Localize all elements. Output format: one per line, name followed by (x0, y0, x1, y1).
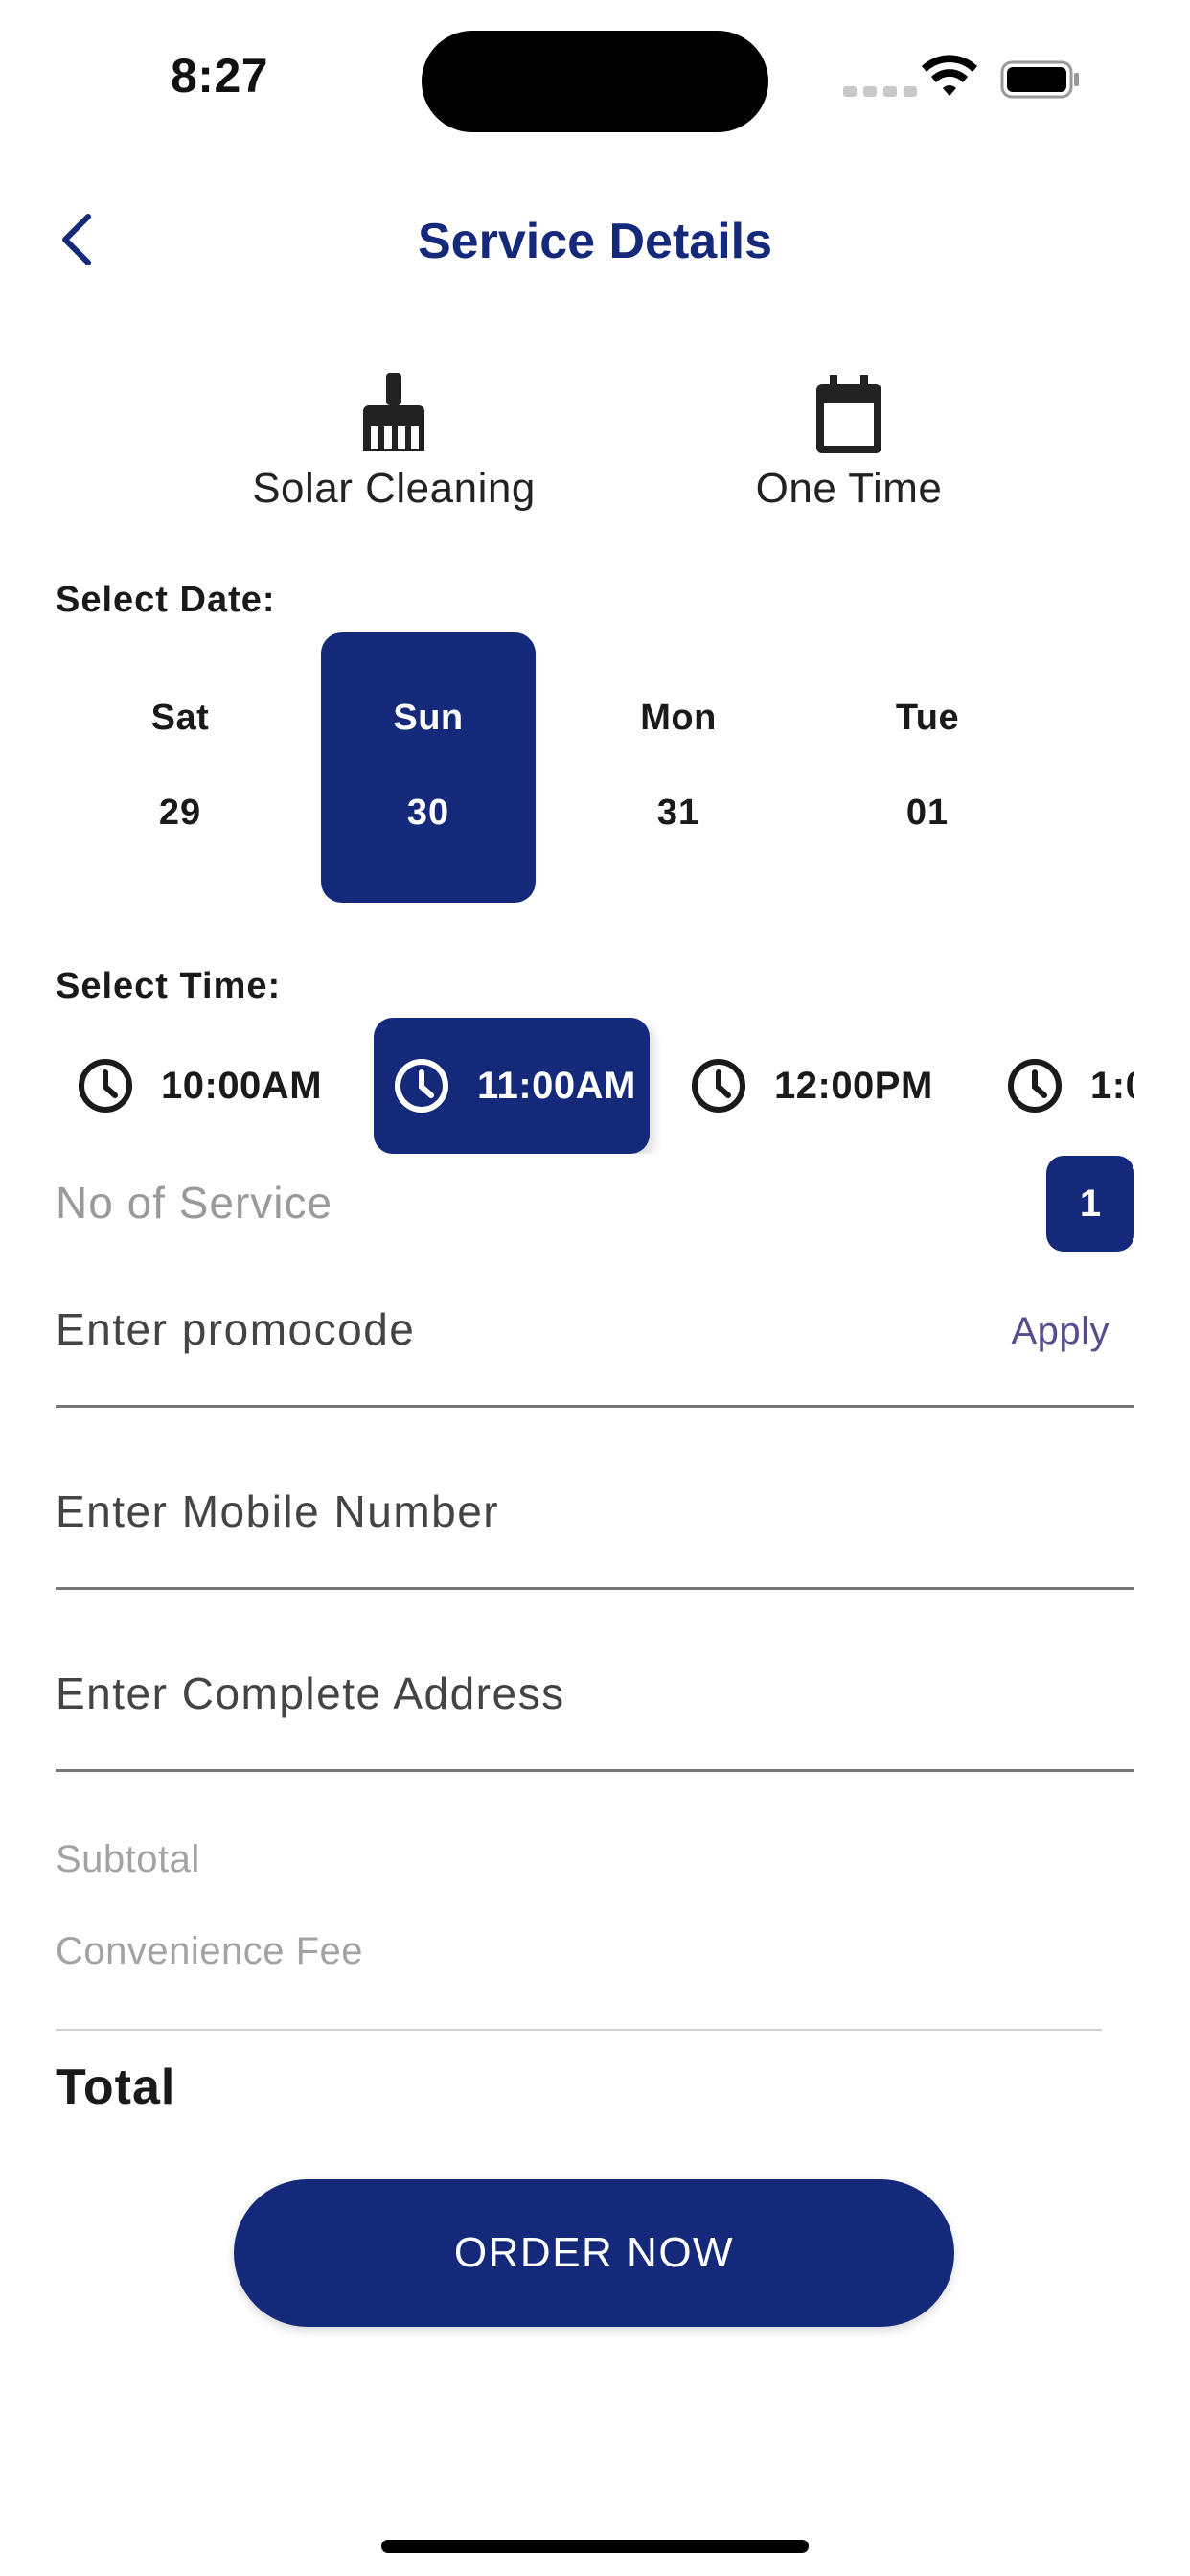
time-label: 10:00AM (161, 1064, 323, 1107)
date-number: 29 (158, 793, 202, 833)
dynamic-island (422, 31, 768, 132)
apply-button[interactable]: Apply (1011, 1310, 1110, 1353)
time-label: 1:00PM (1090, 1064, 1134, 1107)
clock-icon (1008, 1059, 1062, 1113)
clock-icon (79, 1059, 132, 1113)
date-option[interactable]: Mon 31 (571, 632, 786, 903)
address-input[interactable]: Enter Complete Address (56, 1668, 565, 1719)
date-option-selected[interactable]: Sun 30 (321, 632, 536, 903)
time-slot[interactable]: 12:00PM (671, 1018, 952, 1154)
total-label: Total (56, 2059, 176, 2115)
time-slot[interactable]: 10:00AM (57, 1018, 341, 1154)
select-date-label: Select Date: (56, 580, 276, 620)
no-of-service-label: No of Service (56, 1178, 333, 1228)
wifi-icon (922, 55, 977, 96)
calendar-icon (816, 375, 881, 453)
page-title: Service Details (417, 214, 773, 269)
cellular-signal-icon (843, 86, 917, 97)
time-slot-list[interactable]: 10:00AM 11:00AM 12:00PM 1:00PM (0, 1018, 1134, 1154)
convenience-fee-label: Convenience Fee (56, 1930, 364, 1972)
date-day: Tue (895, 698, 960, 738)
service-frequency: One Time (657, 369, 1041, 513)
time-label: 12:00PM (774, 1064, 933, 1107)
date-day: Sat (150, 698, 210, 738)
select-time-label: Select Time: (56, 966, 282, 1006)
mobile-number-field[interactable]: Enter Mobile Number (56, 1472, 1134, 1590)
service-name: Solar Cleaning (252, 465, 536, 512)
address-field[interactable]: Enter Complete Address (56, 1654, 1134, 1772)
mobile-number-input[interactable]: Enter Mobile Number (56, 1485, 499, 1537)
summary-divider (56, 2029, 1102, 2031)
clock-icon (692, 1059, 745, 1113)
order-now-button[interactable]: ORDER NOW (234, 2179, 954, 2327)
battery-icon (1000, 60, 1079, 99)
promocode-field[interactable]: Enter promocode Apply (56, 1290, 1134, 1408)
subtotal-label: Subtotal (56, 1838, 200, 1880)
date-number: 31 (656, 793, 700, 833)
clock-icon (395, 1059, 448, 1113)
date-day: Sun (393, 698, 464, 738)
date-number: 01 (905, 793, 950, 833)
date-option[interactable]: Tue 01 (820, 632, 1035, 903)
service-quantity[interactable]: 1 (1046, 1156, 1134, 1252)
time-slot[interactable]: 1:00PM (987, 1018, 1134, 1154)
date-option[interactable]: Sat 29 (73, 632, 287, 903)
broom-icon (363, 373, 424, 451)
time-label: 11:00AM (477, 1064, 636, 1107)
frequency-label: One Time (755, 465, 943, 512)
home-indicator (381, 2540, 809, 2553)
promocode-input[interactable]: Enter promocode (56, 1303, 415, 1355)
date-number: 30 (406, 793, 450, 833)
date-day: Mon (640, 698, 717, 738)
status-time: 8:27 (171, 49, 269, 103)
service-type: Solar Cleaning (202, 369, 585, 513)
time-slot-selected[interactable]: 11:00AM (374, 1018, 650, 1154)
